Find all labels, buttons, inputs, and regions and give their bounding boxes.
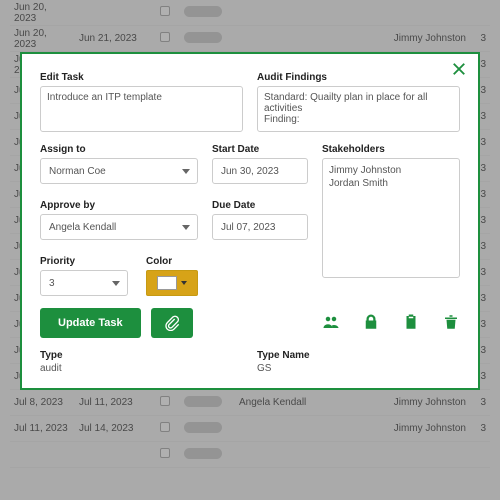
stakeholders-list[interactable]: Jimmy Johnston Jordan Smith (322, 158, 460, 278)
color-swatch-icon (157, 276, 177, 290)
assign-to-select[interactable] (40, 158, 198, 184)
people-button[interactable] (322, 313, 340, 334)
trash-icon (442, 313, 460, 331)
delete-button[interactable] (442, 313, 460, 334)
stakeholders-label: Stakeholders (322, 144, 460, 155)
clipboard-button[interactable] (402, 313, 420, 334)
start-date-label: Start Date (212, 144, 308, 155)
clipboard-icon (402, 313, 420, 331)
list-item[interactable]: Jimmy Johnston (329, 165, 453, 176)
type-name-value: GS (257, 363, 460, 374)
lock-button[interactable] (362, 313, 380, 334)
close-icon (450, 60, 468, 78)
priority-label: Priority (40, 256, 128, 267)
assign-to-label: Assign to (40, 144, 198, 155)
list-item[interactable]: Jordan Smith (329, 178, 453, 189)
update-task-button[interactable]: Update Task (40, 308, 141, 338)
close-button[interactable] (450, 60, 468, 81)
approve-by-select[interactable] (40, 214, 198, 240)
approve-by-label: Approve by (40, 200, 198, 211)
people-icon (322, 313, 340, 331)
audit-findings-input[interactable] (257, 86, 460, 132)
type-value: audit (40, 363, 243, 374)
edit-task-label: Edit Task (40, 72, 243, 83)
lock-icon (362, 313, 380, 331)
color-picker[interactable] (146, 270, 198, 296)
edit-task-input[interactable] (40, 86, 243, 132)
audit-findings-label: Audit Findings (257, 72, 460, 83)
color-label: Color (146, 256, 198, 267)
edit-task-modal: Edit Task Audit Findings Assign to Appro… (20, 52, 480, 390)
priority-select[interactable] (40, 270, 128, 296)
attach-button[interactable] (151, 308, 193, 338)
type-name-label: Type Name (257, 350, 460, 361)
start-date-input[interactable] (212, 158, 308, 184)
type-label: Type (40, 350, 243, 361)
paperclip-icon (164, 315, 180, 331)
due-date-label: Due Date (212, 200, 308, 211)
due-date-input[interactable] (212, 214, 308, 240)
